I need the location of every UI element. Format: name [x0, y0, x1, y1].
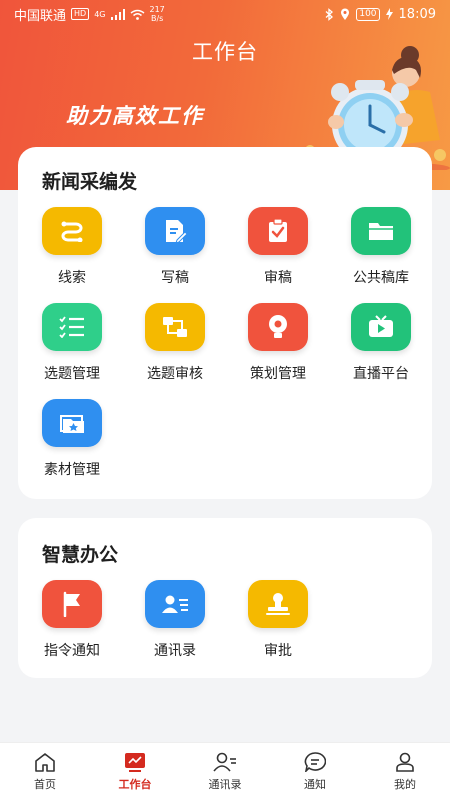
tab-notifications[interactable]: 通知 [270, 743, 360, 800]
tab-profile[interactable]: 我的 [360, 743, 450, 800]
section-title: 新闻采编发 [42, 171, 138, 193]
tab-label: 首页 [34, 777, 56, 791]
document-edit-icon [145, 207, 205, 255]
tile-topic-review[interactable]: 选题审核 [125, 303, 225, 383]
tile-label: 写稿 [161, 270, 189, 286]
clipboard-check-icon [248, 207, 308, 255]
media-folder-icon [42, 399, 102, 447]
banner-slogan: 助力高效工作 [66, 104, 204, 128]
tab-label: 通讯录 [208, 777, 242, 791]
bottom-tab-bar: 首页 工作台 通讯录 通知 我的 [0, 742, 450, 800]
smart-office-card: 智慧办公 指令通知 通讯录 审批 [18, 518, 432, 678]
tile-label: 策划管理 [250, 366, 306, 382]
folder-icon [351, 207, 411, 255]
lightbulb-icon [248, 303, 308, 351]
tile-label: 素材管理 [44, 462, 100, 478]
battery-indicator: 100 [356, 7, 380, 21]
tab-contacts[interactable]: 通讯录 [180, 743, 270, 800]
tab-label: 通知 [304, 777, 326, 791]
tile-public-library[interactable]: 公共稿库 [331, 207, 431, 287]
tab-workbench[interactable]: 工作台 [90, 743, 180, 800]
stamp-icon [248, 580, 308, 628]
network-label: 4G [94, 9, 106, 19]
tile-planning-management[interactable]: 策划管理 [228, 303, 328, 383]
tile-label: 公共稿库 [353, 270, 409, 286]
news-editing-card: 新闻采编发 线索 写稿 审稿 公共稿库 选题管理 选题审核 策划管理 直播平台 … [18, 147, 432, 499]
tv-play-icon [351, 303, 411, 351]
tile-write[interactable]: 写稿 [125, 207, 225, 287]
hd-badge: HD [71, 8, 90, 20]
tile-clue[interactable]: 线索 [22, 207, 122, 287]
status-bar: 中国联通 HD 4G 217 B/s 100 18:09 [0, 0, 450, 28]
tile-review-manuscript[interactable]: 审稿 [228, 207, 328, 287]
user-icon [396, 752, 414, 772]
tab-home[interactable]: 首页 [0, 743, 90, 800]
contact-card-icon [145, 580, 205, 628]
message-icon [304, 751, 326, 772]
tile-instruction-notice[interactable]: 指令通知 [22, 580, 122, 660]
wifi-icon [130, 9, 144, 20]
tile-topic-management[interactable]: 选题管理 [22, 303, 122, 383]
tab-label: 我的 [394, 777, 416, 791]
checklist-icon [42, 303, 102, 351]
tile-label: 指令通知 [44, 643, 100, 659]
tile-approval[interactable]: 审批 [228, 580, 328, 660]
contacts-icon [213, 752, 236, 772]
charging-icon [385, 8, 393, 20]
link-icon [42, 207, 102, 255]
tile-label: 审稿 [264, 270, 292, 286]
tab-label: 工作台 [118, 777, 152, 791]
bluetooth-icon [325, 7, 334, 21]
home-icon [35, 752, 55, 772]
net-speed: 217 B/s [149, 5, 165, 23]
section-title: 智慧办公 [42, 544, 119, 566]
tile-live-platform[interactable]: 直播平台 [331, 303, 431, 383]
signal-icon [110, 8, 125, 20]
tile-label: 直播平台 [353, 366, 409, 382]
carrier-label: 中国联通 [14, 8, 67, 24]
tile-label: 审批 [264, 643, 292, 659]
tile-material-management[interactable]: 素材管理 [22, 399, 122, 479]
flow-review-icon [145, 303, 205, 351]
tile-label: 选题管理 [44, 366, 100, 382]
flag-icon [42, 580, 102, 628]
location-icon [341, 8, 350, 20]
workbench-chart-icon [125, 752, 145, 772]
tile-contacts[interactable]: 通讯录 [125, 580, 225, 660]
clock: 18:09 [398, 6, 436, 22]
tile-label: 通讯录 [154, 643, 196, 659]
tile-label: 线索 [58, 270, 86, 286]
tile-label: 选题审核 [147, 366, 203, 382]
